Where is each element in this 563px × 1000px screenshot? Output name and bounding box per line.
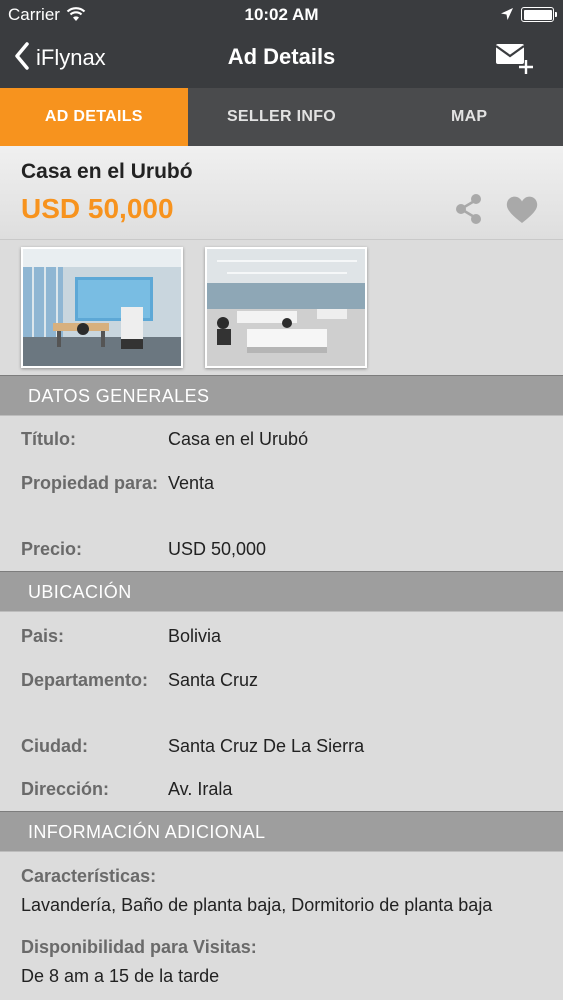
back-label: iFlynax (36, 45, 106, 70)
value-ciudad: Santa Cruz De La Sierra (168, 736, 365, 756)
location-arrow-icon (500, 7, 514, 26)
value-disponibilidad: De 8 am a 15 de la tarde (21, 966, 220, 986)
value-pais: Bolivia (168, 626, 222, 646)
section-header-location: UBICACIÓN (0, 571, 563, 612)
label-caracteristicas: Características: (21, 866, 157, 886)
clock: 10:02 AM (244, 5, 319, 24)
mail-plus-icon (494, 44, 536, 80)
label-titulo: Título: (21, 429, 76, 449)
section-header-general: DATOS GENERALES (0, 375, 563, 416)
section-header-additional: INFORMACIÓN ADICIONAL (0, 811, 563, 852)
share-button[interactable] (452, 192, 486, 226)
share-icon (452, 194, 486, 230)
tab-bar: AD DETAILS SELLER INFO MAP (0, 88, 563, 146)
compose-message-button[interactable] (494, 40, 536, 76)
label-propiedad-para: Propiedad para: (21, 473, 159, 493)
ad-price: USD 50,000 (21, 193, 174, 224)
label-departamento: Departamento: (21, 670, 149, 690)
value-caracteristicas: Lavandería, Baño de planta baja, Dormito… (21, 895, 493, 915)
value-direccion: Av. Irala (168, 779, 233, 799)
value-propiedad-para: Venta (168, 473, 215, 493)
photo-thumbnail-2[interactable] (205, 247, 367, 368)
tab-map[interactable]: MAP (375, 88, 563, 146)
label-pais: Pais: (21, 626, 65, 646)
tab-seller-info[interactable]: SELLER INFO (188, 88, 376, 146)
label-ciudad: Ciudad: (21, 736, 88, 756)
value-titulo: Casa en el Urubó (168, 429, 309, 449)
ad-header: Casa en el Urubó USD 50,000 (0, 146, 563, 240)
label-direccion: Dirección: (21, 779, 110, 799)
value-departamento: Santa Cruz (168, 670, 259, 690)
favorite-button[interactable] (505, 194, 539, 226)
chevron-left-icon (14, 41, 30, 75)
navigation-bar: iFlynax Ad Details (0, 30, 563, 88)
top-bar: Carrier 10:02 AM iFlynax Ad Details (0, 0, 563, 88)
back-button[interactable]: iFlynax (14, 40, 106, 76)
photo-thumbnail-1[interactable] (21, 247, 183, 368)
battery-icon (521, 7, 557, 22)
value-precio: USD 50,000 (168, 539, 267, 559)
label-disponibilidad: Disponibilidad para Visitas: (21, 937, 257, 957)
status-bar: Carrier 10:02 AM (0, 0, 563, 30)
tab-ad-details[interactable]: AD DETAILS (0, 88, 188, 146)
ad-title: Casa en el Urubó (21, 160, 193, 183)
heart-icon (505, 196, 539, 230)
photo-gallery (0, 240, 563, 375)
label-precio: Precio: (21, 539, 83, 559)
